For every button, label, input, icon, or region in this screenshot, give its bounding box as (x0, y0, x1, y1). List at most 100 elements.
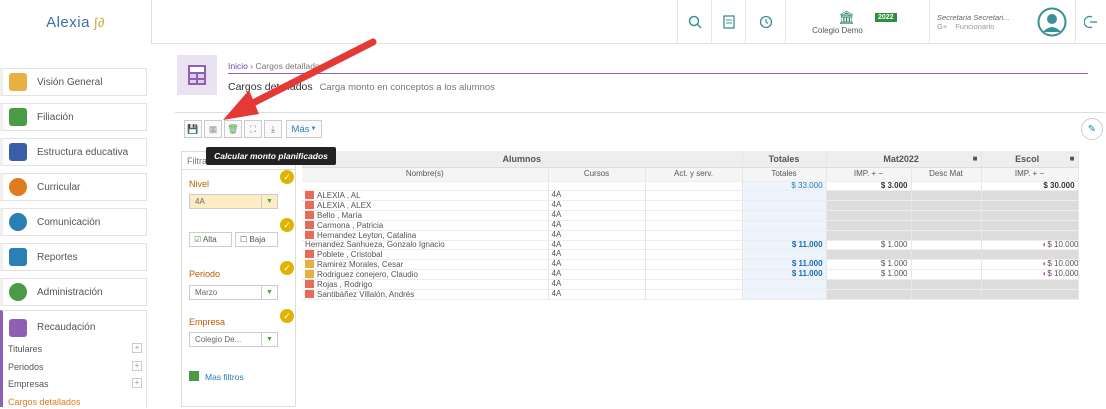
desc-mat-cell[interactable] (911, 289, 982, 300)
save-icon[interactable]: 💾 (184, 120, 202, 138)
desc-mat-cell[interactable] (911, 220, 982, 231)
table-row[interactable]: Rodriguez conejero, Claudio 4A $ 11.000 … (302, 269, 1079, 280)
sidebar-item-vision-general[interactable]: Visión General (0, 68, 147, 96)
col-desc[interactable]: Desc Mat (911, 167, 982, 182)
history-icon[interactable] (745, 0, 785, 44)
mat-imp-input[interactable] (826, 200, 912, 211)
baja-toggle[interactable]: ☐ Baja (235, 232, 278, 247)
act-serv-cell[interactable] (645, 230, 743, 241)
plus-icon[interactable]: + (132, 361, 142, 371)
mat-imp-input[interactable] (826, 279, 912, 290)
app-logo[interactable]: Alexia ∫∂ (0, 0, 152, 44)
act-serv-cell[interactable] (645, 210, 743, 221)
edit-icon[interactable]: ✎ (1081, 118, 1103, 140)
col-imp2[interactable]: IMP. + − (981, 167, 1079, 182)
act-serv-cell[interactable] (645, 269, 743, 280)
subitem-empresas[interactable]: Empresas + (0, 377, 148, 391)
sidebar-item-filiacion[interactable]: Filiación (0, 103, 147, 131)
act-serv-cell[interactable] (645, 220, 743, 231)
escol-imp-input[interactable] (981, 279, 1079, 290)
mat-imp-input[interactable] (826, 210, 912, 221)
sidebar-item-estructura[interactable]: Estructura educativa (0, 138, 147, 166)
school-name: Colegio Demo (812, 25, 863, 35)
desc-mat-cell[interactable] (911, 279, 982, 290)
book-icon (9, 143, 27, 161)
table-row[interactable]: ALEXIA , ALEX 4A (302, 200, 1079, 211)
sidebar-item-administracion[interactable]: Administración (0, 278, 147, 306)
col-nombre[interactable]: Nombre(s) (302, 167, 549, 182)
mat-imp-input[interactable]: $ 1.000 (826, 259, 912, 270)
mat-imp-input[interactable] (826, 220, 912, 231)
col-totales[interactable]: Totales (742, 167, 827, 182)
subitem-periodos[interactable]: Periodos + (0, 360, 148, 374)
desc-mat-cell[interactable] (911, 269, 982, 280)
school-selector[interactable]: 🏛 2022 Colegio Demo (785, 0, 929, 44)
plus-icon[interactable]: + (132, 378, 142, 388)
table-row[interactable]: Ramirez Morales, Cesar 4A $ 11.000 $ 1.0… (302, 259, 1079, 270)
user-info[interactable]: Secretaria Secretari... G+ Funcionario (929, 0, 1029, 44)
col-act[interactable]: Act. y serv. (645, 167, 743, 182)
escol-imp-input[interactable] (981, 220, 1079, 231)
desc-mat-cell[interactable] (911, 230, 982, 241)
sidebar-item-recaudacion[interactable]: Recaudación (0, 310, 147, 344)
act-serv-cell[interactable] (645, 249, 743, 260)
logout-icon[interactable] (1075, 0, 1106, 44)
act-serv-cell[interactable] (645, 190, 743, 201)
escol-imp-input[interactable] (981, 289, 1079, 300)
desc-mat-cell[interactable] (911, 249, 982, 260)
table-row[interactable]: Carmona , Patricia 4A (302, 220, 1079, 231)
student-curso: 4A (548, 269, 646, 280)
desc-mat-cell[interactable] (911, 200, 982, 211)
comment-icon[interactable]: ■ (973, 154, 978, 163)
act-serv-cell[interactable] (645, 200, 743, 211)
mat-imp-input[interactable]: $ 1.000 (826, 269, 912, 280)
escol-imp-input[interactable]: ◐ $ 10.000 (981, 259, 1079, 270)
col-imp[interactable]: IMP. + − (826, 167, 912, 182)
escol-imp-input[interactable] (981, 249, 1079, 260)
desc-mat-cell[interactable] (911, 259, 982, 270)
table-row[interactable]: Bello , María 4A (302, 210, 1079, 221)
table-row[interactable]: Poblete , Cristobal 4A (302, 249, 1079, 260)
mat-imp-input[interactable] (826, 190, 912, 201)
student-icon (305, 259, 314, 268)
escol-imp-input[interactable] (981, 200, 1079, 211)
desc-mat-cell[interactable] (911, 190, 982, 201)
sidebar-item-comunicacion[interactable]: Comunicación (0, 208, 147, 236)
sidebar-item-curricular[interactable]: Curricular (0, 173, 147, 201)
mat-imp-input[interactable] (826, 230, 912, 241)
escol-imp-input[interactable] (981, 210, 1079, 221)
avatar[interactable] (1029, 0, 1075, 44)
act-serv-cell[interactable] (645, 289, 743, 300)
escol-imp-input[interactable] (981, 190, 1079, 201)
alta-toggle[interactable]: ☑ Alta (189, 232, 232, 247)
table-row[interactable]: Rojas , Rodrigo 4A (302, 279, 1079, 290)
table-row[interactable]: ALEXIA , AL 4A (302, 190, 1079, 201)
search-icon[interactable] (677, 0, 711, 44)
act-serv-cell[interactable] (645, 279, 743, 290)
sidebar-item-reportes[interactable]: Reportes (0, 243, 147, 271)
total-cell (742, 249, 827, 260)
act-serv-cell[interactable] (645, 240, 743, 250)
nivel-select[interactable]: 4A ▼ (189, 194, 278, 209)
mat-imp-input[interactable] (826, 249, 912, 260)
act-serv-cell[interactable] (645, 259, 743, 270)
table-row[interactable]: Hernandez Sanhueza, Gonzalo Ignacio 4A $… (302, 240, 1079, 250)
table-row[interactable]: Hernandez Leyton, Catalina 4A (302, 230, 1079, 241)
table-row[interactable]: Santibáñez Villalón, Andrés 4A (302, 289, 1079, 300)
desc-mat-cell[interactable] (911, 240, 982, 250)
document-icon[interactable] (711, 0, 745, 44)
comment-icon[interactable]: ■ (1070, 154, 1075, 163)
more-filters-link[interactable]: Mas filtros (189, 371, 244, 382)
subitem-label: Cargos detallados (8, 397, 81, 407)
plus-icon[interactable]: + (132, 343, 142, 353)
escol-imp-input[interactable] (981, 230, 1079, 241)
escol-imp-input[interactable]: ◐ $ 10.000 (981, 240, 1079, 250)
empresa-select[interactable]: Colegio De... ▼ (189, 332, 278, 347)
desc-mat-cell[interactable] (911, 210, 982, 221)
escol-imp-input[interactable]: ◐ $ 10.000 (981, 269, 1079, 280)
col-cursos[interactable]: Cursos (548, 167, 646, 182)
subitem-titulares[interactable]: Titulares + (0, 342, 148, 356)
periodo-select[interactable]: Marzo ▼ (189, 285, 278, 300)
mat-imp-input[interactable]: $ 1.000 (826, 240, 912, 250)
mat-imp-input[interactable] (826, 289, 912, 300)
